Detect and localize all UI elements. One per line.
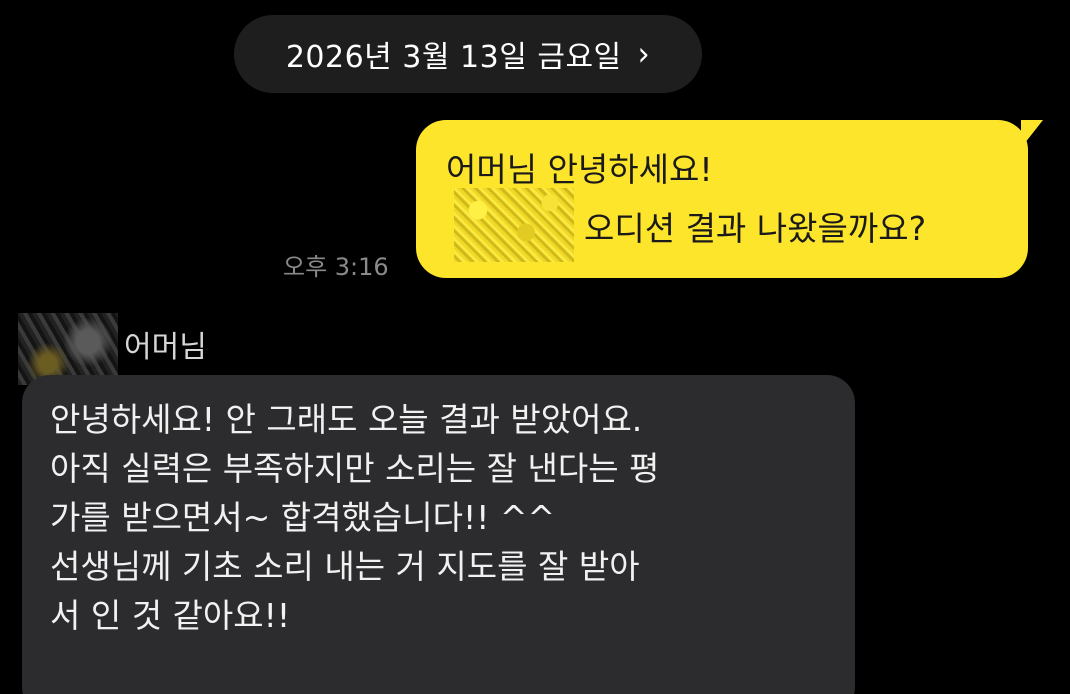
incoming-message-bubble[interactable]: 안녕하세요! 안 그래도 오늘 결과 받았어요. 아직 실력은 부족하지만 소리… bbox=[22, 375, 855, 694]
outgoing-line-2: 오디션 결과 나왔을까요? bbox=[584, 209, 927, 248]
incoming-line-4: 선생님께 기초 소리 내는 거 지도를 잘 받아 bbox=[50, 547, 640, 586]
chat-screen: 2026년 3월 13일 금요일 › 오후 3:16 어머님 안녕하세요! 오디… bbox=[0, 0, 1070, 694]
outgoing-line-2-row: 오디션 결과 나왔을까요? bbox=[446, 188, 1028, 262]
chevron-right-icon: › bbox=[637, 34, 651, 74]
incoming-line-1: 안녕하세요! 안 그래도 오늘 결과 받았어요. bbox=[50, 400, 643, 439]
outgoing-message-bubble[interactable]: 어머님 안녕하세요! 오디션 결과 나왔을까요? bbox=[416, 120, 1043, 278]
incoming-line-3: 가를 받으면서~ 합격했습니다!! ^^ bbox=[50, 498, 556, 537]
redacted-name bbox=[454, 188, 574, 262]
sender-name: 어머님 bbox=[124, 330, 207, 365]
date-label: 2026년 3월 13일 금요일 bbox=[285, 40, 622, 75]
bubble-tail bbox=[1021, 120, 1043, 148]
date-divider[interactable]: 2026년 3월 13일 금요일 › bbox=[234, 15, 702, 93]
incoming-line-5: 서 인 것 같아요!! bbox=[50, 596, 291, 635]
incoming-line-2: 아직 실력은 부족하지만 소리는 잘 낸다는 평 bbox=[50, 449, 660, 488]
outgoing-timestamp: 오후 3:16 bbox=[283, 253, 389, 281]
